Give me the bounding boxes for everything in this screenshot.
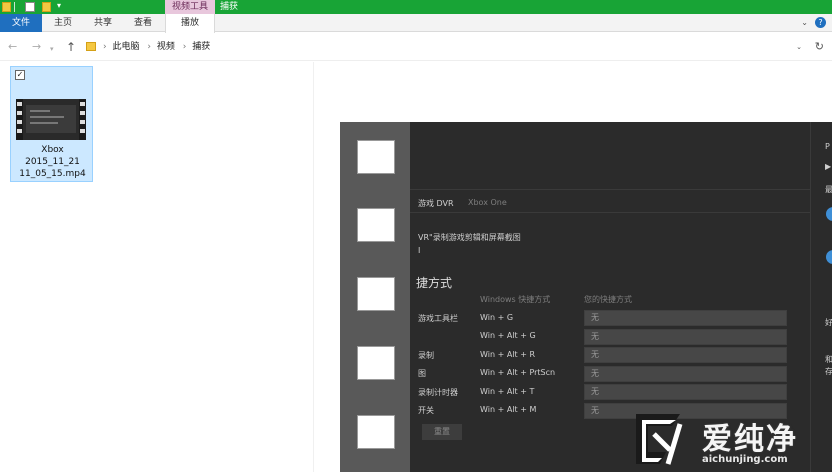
side-text: 和 bbox=[825, 355, 832, 364]
thumbnail-line bbox=[30, 122, 58, 124]
shortcut-keys: Win + G bbox=[480, 313, 514, 322]
shortcut-field: 无 bbox=[584, 329, 787, 345]
tab-home[interactable]: 主页 bbox=[42, 14, 84, 32]
logo-mark-icon bbox=[636, 414, 683, 465]
refresh-icon[interactable]: ↻ bbox=[815, 40, 824, 53]
film-frame bbox=[357, 277, 395, 311]
breadcrumb-item-this-pc[interactable]: 此电脑 bbox=[112, 42, 139, 52]
column-windows-shortcut: Windows 快捷方式 bbox=[480, 295, 551, 304]
shortcut-label: 图 bbox=[418, 369, 426, 378]
divider bbox=[14, 2, 15, 12]
file-item[interactable]: ✓ Xbox 2015_11_21 11_05_15.mp4 bbox=[10, 66, 93, 182]
shortcut-field: 无 bbox=[584, 310, 787, 326]
tab-file[interactable]: 文件 bbox=[0, 14, 42, 32]
film-strip bbox=[340, 122, 410, 472]
new-folder-icon[interactable] bbox=[42, 2, 51, 12]
folder-icon[interactable] bbox=[2, 2, 11, 12]
column-custom-shortcut: 您的快捷方式 bbox=[584, 295, 632, 304]
help-icon[interactable]: ? bbox=[815, 17, 826, 28]
side-text: P bbox=[825, 142, 830, 151]
film-hole bbox=[80, 129, 85, 133]
video-thumbnail bbox=[16, 99, 86, 140]
tab-xbox-one: Xbox One bbox=[468, 198, 507, 207]
up-arrow-icon[interactable]: ↑ bbox=[66, 41, 76, 53]
shortcut-keys: Win + Alt + PrtScn bbox=[480, 368, 556, 377]
shortcut-label: 录制计时器 bbox=[418, 388, 458, 397]
file-name: Xbox 2015_11_21 11_05_15.mp4 bbox=[11, 144, 94, 180]
breadcrumb[interactable]: › 此电脑 › 视频 › 捕获 bbox=[100, 41, 212, 53]
file-name-line: 11_05_15.mp4 bbox=[19, 169, 86, 179]
context-tab-video-tools: 视频工具 bbox=[165, 0, 215, 14]
avatar bbox=[826, 250, 832, 264]
film-hole bbox=[80, 120, 85, 124]
watermark-url: aichunjing.com bbox=[702, 454, 788, 465]
side-text: 最 bbox=[825, 185, 832, 194]
shortcut-field: 无 bbox=[584, 366, 787, 382]
address-bar: ← → ▾ ↑ › 此电脑 › 视频 › 捕获 ⌄ ↻ bbox=[0, 33, 832, 61]
film-frame bbox=[357, 208, 395, 242]
watermark-logo: 爱纯净 aichunjing.com bbox=[632, 406, 832, 472]
side-text: ▶ bbox=[825, 162, 832, 171]
chevron-down-icon[interactable]: ▾ bbox=[57, 1, 61, 10]
tab-game-dvr: 游戏 DVR bbox=[418, 199, 454, 208]
chevron-down-icon[interactable]: ⌄ bbox=[796, 43, 802, 51]
shortcut-field: 无 bbox=[584, 384, 787, 400]
description: VR"录制游戏剪辑和屏幕截图 bbox=[418, 233, 521, 242]
shortcut-field: 无 bbox=[584, 347, 787, 363]
film-hole bbox=[17, 102, 22, 106]
back-arrow-icon[interactable]: ← bbox=[8, 41, 17, 53]
breadcrumb-item-videos[interactable]: 视频 bbox=[157, 42, 175, 52]
thumbnail-line bbox=[30, 110, 50, 112]
selection-checkbox[interactable]: ✓ bbox=[15, 70, 25, 80]
chevron-down-icon[interactable]: ▾ bbox=[50, 43, 54, 55]
film-frame bbox=[357, 346, 395, 380]
chevron-right-icon: › bbox=[147, 42, 151, 52]
film-hole bbox=[80, 111, 85, 115]
file-name-line: 2015_11_21 bbox=[25, 157, 80, 167]
film-hole bbox=[80, 102, 85, 106]
shortcut-keys: Win + Alt + M bbox=[480, 405, 537, 414]
pane-divider bbox=[313, 62, 314, 472]
film-hole bbox=[17, 120, 22, 124]
avatar bbox=[826, 207, 832, 221]
film-frame bbox=[357, 415, 395, 449]
tab-share[interactable]: 共享 bbox=[84, 14, 122, 32]
film-strip bbox=[79, 99, 86, 140]
folder-icon bbox=[86, 42, 96, 51]
file-name-line: Xbox bbox=[41, 145, 64, 155]
forward-arrow-icon[interactable]: → bbox=[32, 41, 41, 53]
side-text: 好 bbox=[825, 318, 832, 327]
chevron-right-icon: › bbox=[182, 42, 187, 52]
shortcut-label: 游戏工具栏 bbox=[418, 314, 458, 323]
reset-button: 重置 bbox=[422, 424, 462, 440]
shortcut-label: 开关 bbox=[418, 406, 434, 415]
shortcut-keys: Win + Alt + G bbox=[480, 331, 536, 340]
chevron-right-icon: › bbox=[103, 42, 107, 52]
tab-play[interactable]: 播放 bbox=[165, 14, 215, 33]
tab-view[interactable]: 查看 bbox=[122, 14, 164, 32]
section-title: 捷方式 bbox=[416, 276, 453, 290]
film-strip bbox=[16, 99, 23, 140]
side-text: 存 bbox=[825, 367, 832, 376]
breadcrumb-item-captures[interactable]: 捕获 bbox=[192, 42, 210, 52]
chevron-down-icon[interactable]: ⌄ bbox=[801, 18, 808, 27]
description-line: I bbox=[418, 246, 421, 255]
shortcut-label: 录制 bbox=[418, 351, 434, 360]
thumbnail-screen bbox=[26, 105, 76, 133]
film-hole bbox=[17, 111, 22, 115]
ribbon-tabs: 文件 主页 共享 查看 播放 ⌄ ? bbox=[0, 14, 832, 33]
shortcut-keys: Win + Alt + R bbox=[480, 350, 535, 359]
divider bbox=[410, 189, 810, 190]
shortcut-keys: Win + Alt + T bbox=[480, 387, 535, 396]
watermark-title: 爱纯净 bbox=[702, 422, 798, 457]
thumbnail-line bbox=[30, 116, 64, 118]
title-bar: ▾ 视频工具 捕获 bbox=[0, 0, 832, 14]
film-hole bbox=[17, 129, 22, 133]
divider bbox=[410, 212, 810, 213]
film-frame bbox=[357, 140, 395, 174]
window-title: 捕获 bbox=[220, 2, 239, 12]
properties-icon[interactable] bbox=[25, 2, 35, 12]
